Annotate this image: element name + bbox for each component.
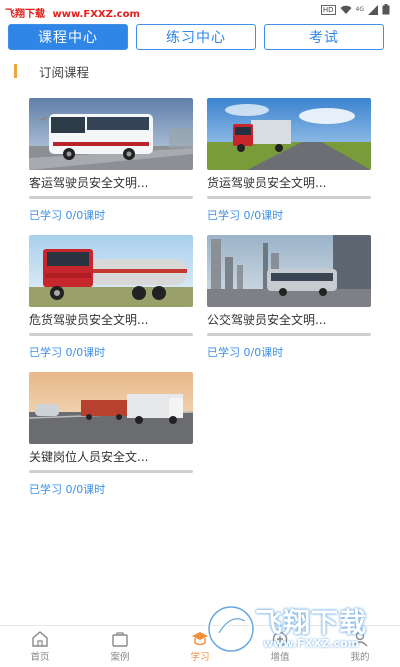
progress-bar <box>29 333 193 336</box>
case-icon <box>112 631 128 647</box>
course-title: 关键岗位人员安全文... <box>29 450 149 464</box>
watermark-site-url: www.FXXZ.com <box>52 9 140 20</box>
progress-bar <box>29 196 193 199</box>
watermark-logo-icon <box>206 604 256 654</box>
watermark-bottom: 飞翔下载 www.FXXZ.com <box>205 599 390 659</box>
course-card[interactable]: 公交驾驶员安全文明... 已学习 0/0课时 <box>207 235 371 360</box>
course-card[interactable]: 危货驾驶员安全文明... 已学习 0/0课时 <box>29 235 193 360</box>
wifi-icon <box>340 5 352 14</box>
progress-bar <box>207 196 371 199</box>
course-title: 公交驾驶员安全文明... <box>207 313 327 327</box>
top-tabs: 课程中心 练习中心 考试 <box>8 24 384 50</box>
status-bar: 飞翔下载 www.FXXZ.com HD 4G <box>0 0 400 22</box>
section-header: 订阅课程 <box>14 62 89 80</box>
battery-icon <box>382 4 390 15</box>
progress-bar <box>207 333 371 336</box>
progress-bar <box>29 470 193 473</box>
network-type: 4G <box>355 6 364 13</box>
course-title: 客运驾驶员安全文明... <box>29 176 149 190</box>
status-icons: HD 4G <box>320 4 390 15</box>
nav-home[interactable]: 首页 <box>0 626 80 667</box>
studied-hours: 已学习 0/0课时 <box>29 483 106 496</box>
course-title: 危货驾驶员安全文明... <box>29 313 149 327</box>
studied-hours: 已学习 0/0课时 <box>29 209 106 222</box>
course-image-cargo-truck <box>207 98 371 170</box>
course-card[interactable]: 关键岗位人员安全文... 已学习 0/0课时 <box>29 372 193 497</box>
nav-case[interactable]: 案例 <box>80 626 160 667</box>
tab-course-center[interactable]: 课程中心 <box>8 24 128 50</box>
course-image-bus <box>29 98 193 170</box>
course-image-trucks-highway <box>29 372 193 444</box>
studied-hours: 已学习 0/0课时 <box>207 209 284 222</box>
watermark-big-text: 飞翔下载 <box>255 608 367 639</box>
section-accent-bar <box>14 64 17 78</box>
course-image-city-bus <box>207 235 371 307</box>
signal-icon <box>368 4 378 15</box>
nav-home-label: 首页 <box>30 651 50 663</box>
watermark-site-name: 飞翔下载 <box>5 9 45 20</box>
tab-practice-center[interactable]: 练习中心 <box>136 24 256 50</box>
nav-case-label: 案例 <box>110 651 130 663</box>
course-card[interactable]: 货运驾驶员安全文明... 已学习 0/0课时 <box>207 98 371 223</box>
section-title: 订阅课程 <box>39 64 90 80</box>
watermark-top: 飞翔下载 www.FXXZ.com <box>5 5 140 20</box>
course-card[interactable]: 客运驾驶员安全文明... 已学习 0/0课时 <box>29 98 193 223</box>
course-title: 货运驾驶员安全文明... <box>207 176 327 190</box>
course-image-tanker-truck <box>29 235 193 307</box>
studied-hours: 已学习 0/0课时 <box>207 346 284 359</box>
home-icon <box>32 630 48 647</box>
tab-exam[interactable]: 考试 <box>264 24 384 50</box>
watermark-big-url: www.FXXZ.com <box>263 637 360 650</box>
studied-hours: 已学习 0/0课时 <box>29 346 106 359</box>
hd-icon: HD <box>320 4 336 15</box>
